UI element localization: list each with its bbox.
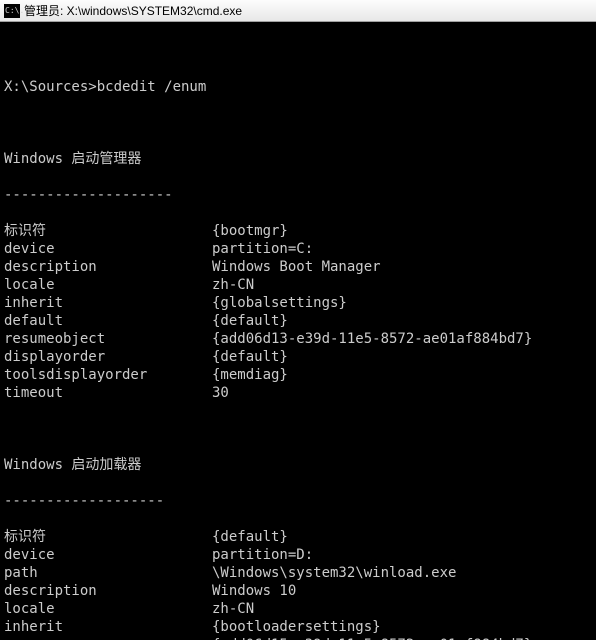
section-divider: ------------------- [4,492,592,510]
row-key: inherit [4,618,212,636]
output-row: path\Windows\system32\winload.exe [4,564,592,582]
output-row: descriptionWindows Boot Manager [4,258,592,276]
row-key: recoverysequence [4,636,212,640]
blank-line [4,420,592,438]
window-titlebar[interactable]: C:\. 管理员: X:\windows\SYSTEM32\cmd.exe [0,0,596,22]
cmd-icon: C:\. [4,4,20,18]
row-value: {add06d13-e39d-11e5-8572-ae01af884bd7} [212,330,592,348]
row-value: {memdiag} [212,366,592,384]
row-value: 30 [212,384,592,402]
row-value: Windows Boot Manager [212,258,592,276]
row-key: inherit [4,294,212,312]
row-value: {default} [212,528,592,546]
row-key: device [4,546,212,564]
row-value: partition=D: [212,546,592,564]
output-row: 标识符{default} [4,528,592,546]
output-row: default{default} [4,312,592,330]
window-title: 管理员: X:\windows\SYSTEM32\cmd.exe [24,2,242,19]
blank-line [4,114,592,132]
output-row: 标识符{bootmgr} [4,222,592,240]
row-value: {globalsettings} [212,294,592,312]
output-row: displayorder{default} [4,348,592,366]
row-value: \Windows\system32\winload.exe [212,564,592,582]
output-row: localezh-CN [4,600,592,618]
row-value: {add06d15-e39d-11e5-8572-ae01af884bd7} [212,636,592,640]
row-key: description [4,582,212,600]
row-key: path [4,564,212,582]
row-key: default [4,312,212,330]
row-value: zh-CN [212,600,592,618]
output-row: recoverysequence{add06d15-e39d-11e5-8572… [4,636,592,640]
row-key: locale [4,276,212,294]
output-row: localezh-CN [4,276,592,294]
section-title: Windows 启动管理器 [4,150,592,168]
row-value: zh-CN [212,276,592,294]
row-key: locale [4,600,212,618]
row-key: timeout [4,384,212,402]
output-row: timeout30 [4,384,592,402]
output-row: resumeobject{add06d13-e39d-11e5-8572-ae0… [4,330,592,348]
section-title: Windows 启动加载器 [4,456,592,474]
row-value: partition=C: [212,240,592,258]
cmd-icon-text: C:\. [5,7,24,15]
row-key: description [4,258,212,276]
output-row: devicepartition=D: [4,546,592,564]
row-value: {default} [212,348,592,366]
command-text: bcdedit /enum [97,78,207,96]
terminal-output[interactable]: X:\Sources>bcdedit /enum Windows 启动管理器 -… [0,22,596,640]
row-value: {bootmgr} [212,222,592,240]
row-value: Windows 10 [212,582,592,600]
output-row: toolsdisplayorder{memdiag} [4,366,592,384]
prompt: X:\Sources> [4,78,97,96]
output-row: inherit{bootloadersettings} [4,618,592,636]
row-key: 标识符 [4,528,212,546]
row-key: resumeobject [4,330,212,348]
output-row: descriptionWindows 10 [4,582,592,600]
row-key: device [4,240,212,258]
row-key: 标识符 [4,222,212,240]
blank-line [4,42,592,60]
row-key: toolsdisplayorder [4,366,212,384]
row-value: {bootloadersettings} [212,618,592,636]
output-row: inherit{globalsettings} [4,294,592,312]
section-divider: -------------------- [4,186,592,204]
output-row: devicepartition=C: [4,240,592,258]
prompt-line: X:\Sources>bcdedit /enum [4,78,592,96]
row-key: displayorder [4,348,212,366]
row-value: {default} [212,312,592,330]
